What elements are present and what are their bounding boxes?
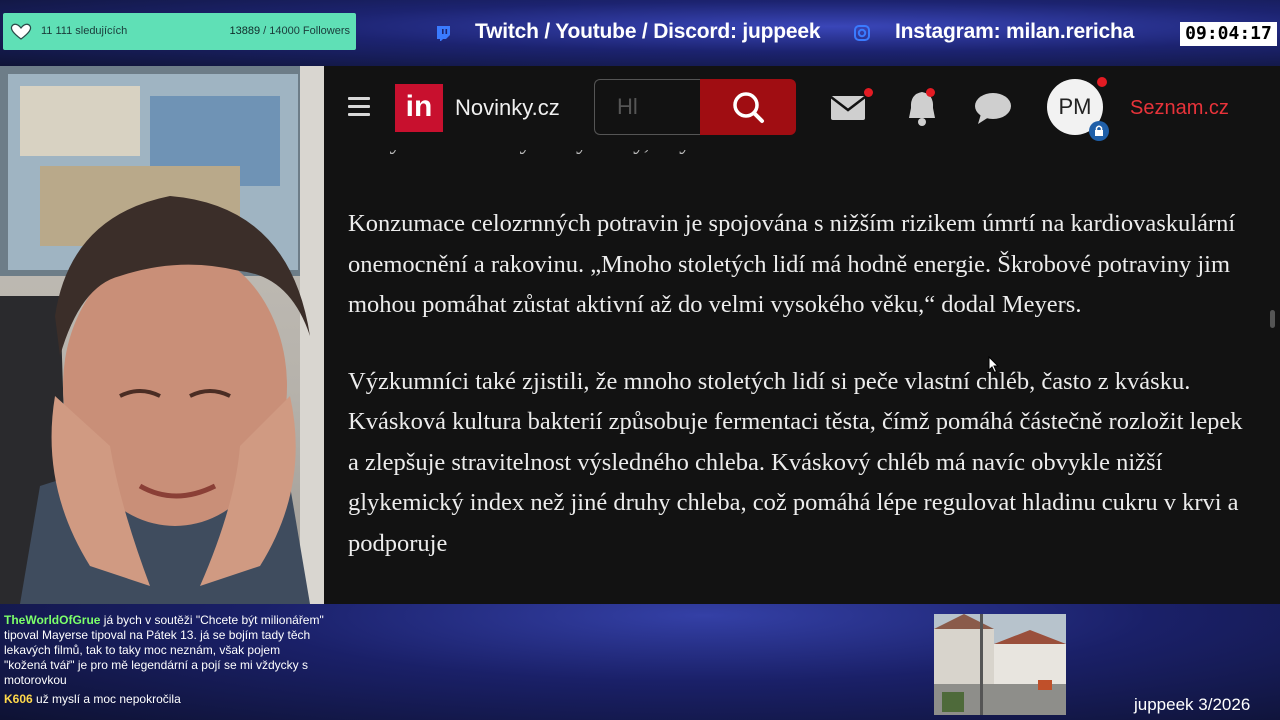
- streamer-webcam-image: [0, 66, 324, 604]
- chat-overlay: TheWorldOfGrue já bych v soutěži "Chcete…: [4, 604, 326, 711]
- seznam-link[interactable]: Seznam.cz: [1130, 97, 1229, 120]
- follower-goal-widget: 11 111 sledujících 13889 / 14000 Followe…: [3, 13, 356, 50]
- chat-username: TheWorldOfGrue: [4, 613, 101, 627]
- scrollbar-thumb[interactable]: [1270, 310, 1275, 328]
- menu-icon[interactable]: [348, 97, 370, 117]
- socials-text: Twitch / Youtube / Discord: juppeek: [475, 20, 821, 43]
- follower-count: 13889 / 14000 Followers: [229, 25, 350, 37]
- chat-message: K606 už myslí a moc nepokročila: [4, 692, 326, 707]
- chat-bubble-icon[interactable]: [973, 88, 1013, 128]
- instagram-text: Instagram: milan.rericha: [895, 20, 1135, 43]
- site-header: in Novinky.cz PM: [324, 66, 1280, 150]
- chat-text: už myslí a moc nepokročila: [36, 692, 181, 706]
- stream-top-bar: 11 111 sledujících 13889 / 14000 Followe…: [0, 0, 1280, 66]
- twitch-icon: [437, 26, 450, 41]
- stream-clock: 09:04:17: [1180, 22, 1277, 46]
- article-paragraph: Konzumace celozrnných potravin je spojov…: [348, 210, 1236, 318]
- search-button[interactable]: [700, 79, 796, 135]
- article-paragraph: Výzkumníci také zjistili, že mnoho stole…: [348, 367, 1243, 557]
- stream-signature: juppeek 3/2026: [1134, 695, 1251, 714]
- chat-message: TheWorldOfGrue já bych v soutěži "Chcete…: [4, 613, 326, 688]
- follower-label: 11 111 sledujících: [41, 25, 128, 37]
- search-icon: [733, 92, 764, 123]
- lock-icon: [1089, 121, 1109, 141]
- article-body: Konzumace celozrnných potravin je spojov…: [348, 150, 1248, 564]
- bell-icon[interactable]: [902, 88, 942, 128]
- browser-viewport: s bílými rámovanými výrobky,“ vysvětlila…: [324, 66, 1280, 604]
- bell-notification-dot: [926, 88, 935, 97]
- heart-hands-icon: [10, 23, 32, 40]
- avatar-notification-dot: [1097, 77, 1107, 87]
- mail-notification-dot: [864, 88, 873, 97]
- stream-bottom-bar: TheWorldOfGrue já bych v soutěži "Chcete…: [0, 604, 1280, 720]
- site-name[interactable]: Novinky.cz: [455, 95, 560, 121]
- novinky-logo[interactable]: in: [395, 84, 443, 132]
- street-camera-feed: [934, 614, 1066, 715]
- search-input[interactable]: [594, 79, 700, 135]
- webcam-feed: [0, 66, 324, 604]
- instagram-icon: [854, 25, 870, 41]
- chat-username: K606: [4, 692, 33, 706]
- mouse-cursor-icon: [988, 356, 1000, 374]
- mail-icon[interactable]: [829, 88, 869, 128]
